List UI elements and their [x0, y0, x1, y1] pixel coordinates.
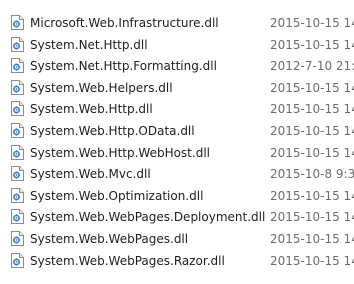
file-modified-date: 2015-10-8 9:38 [270, 167, 354, 182]
dll-file-icon [11, 230, 24, 246]
dll-file-icon [11, 15, 24, 30]
dll-file-icon [11, 36, 24, 52]
file-modified-date: 2015-10-15 14 [270, 102, 354, 117]
file-name: System.Web.Http.WebHost.dll [30, 145, 210, 160]
file-modified-date: 2015-10-15 14 [270, 145, 354, 160]
file-row[interactable]: System.Web.WebPages.dll 2015-10-15 14 [0, 228, 354, 250]
dll-file-icon [11, 101, 24, 117]
file-name: System.Web.Http.OData.dll [30, 123, 195, 138]
file-row[interactable]: System.Web.Http.dll 2015-10-15 14 [0, 98, 354, 120]
file-modified-date: 2015-10-15 14 [270, 253, 354, 268]
file-modified-date: 2015-10-15 14 [270, 16, 354, 30]
dll-file-icon [11, 209, 24, 225]
file-row[interactable]: System.Web.Optimization.dll 2015-10-15 1… [0, 185, 354, 207]
file-row[interactable]: System.Web.Helpers.dll 2015-10-15 14 [0, 77, 354, 99]
file-row[interactable]: System.Web.Mvc.dll 2015-10-8 9:38 [0, 163, 354, 185]
dll-file-icon [11, 166, 24, 182]
dll-file-icon [11, 187, 24, 203]
file-name: Microsoft.Web.Infrastructure.dll [30, 16, 219, 30]
file-modified-date: 2015-10-15 14 [270, 231, 354, 246]
file-modified-date: 2015-10-15 14 [270, 80, 354, 95]
dll-file-icon [11, 79, 24, 95]
file-row[interactable]: System.Web.Http.OData.dll 2015-10-15 14 [0, 120, 354, 142]
file-row[interactable]: System.Web.WebPages.Razor.dll 2015-10-15… [0, 250, 354, 272]
file-row[interactable]: System.Web.WebPages.Deployment.dll 2015-… [0, 206, 354, 228]
file-name: System.Web.Mvc.dll [30, 167, 151, 182]
file-name: System.Web.WebPages.Deployment.dll [30, 210, 266, 225]
file-name: System.Net.Http.dll [30, 37, 148, 52]
file-modified-date: 2012-7-10 21:5 [270, 59, 354, 74]
file-name: System.Net.Http.Formatting.dll [30, 59, 217, 74]
dll-file-icon [11, 252, 24, 268]
file-name: System.Web.WebPages.dll [30, 231, 189, 246]
dll-file-icon [11, 122, 24, 138]
file-name: System.Web.WebPages.Razor.dll [30, 253, 225, 268]
file-modified-date: 2015-10-15 14 [270, 188, 354, 203]
file-name: System.Web.Helpers.dll [30, 80, 173, 95]
file-list: Microsoft.Web.Infrastructure.dll 2015-10… [0, 12, 354, 271]
file-row[interactable]: System.Net.Http.dll 2015-10-15 14 [0, 34, 354, 56]
dll-file-icon [11, 144, 24, 160]
file-row[interactable]: System.Web.Http.WebHost.dll 2015-10-15 1… [0, 142, 354, 164]
file-row[interactable]: Microsoft.Web.Infrastructure.dll 2015-10… [0, 12, 354, 34]
file-modified-date: 2015-10-15 14 [270, 123, 354, 138]
file-modified-date: 2015-10-15 14 [270, 37, 354, 52]
file-name: System.Web.Http.dll [30, 102, 153, 117]
file-row[interactable]: System.Net.Http.Formatting.dll 2012-7-10… [0, 55, 354, 77]
file-name: System.Web.Optimization.dll [30, 188, 204, 203]
file-modified-date: 2015-10-15 14 [270, 210, 354, 225]
dll-file-icon [11, 58, 24, 74]
